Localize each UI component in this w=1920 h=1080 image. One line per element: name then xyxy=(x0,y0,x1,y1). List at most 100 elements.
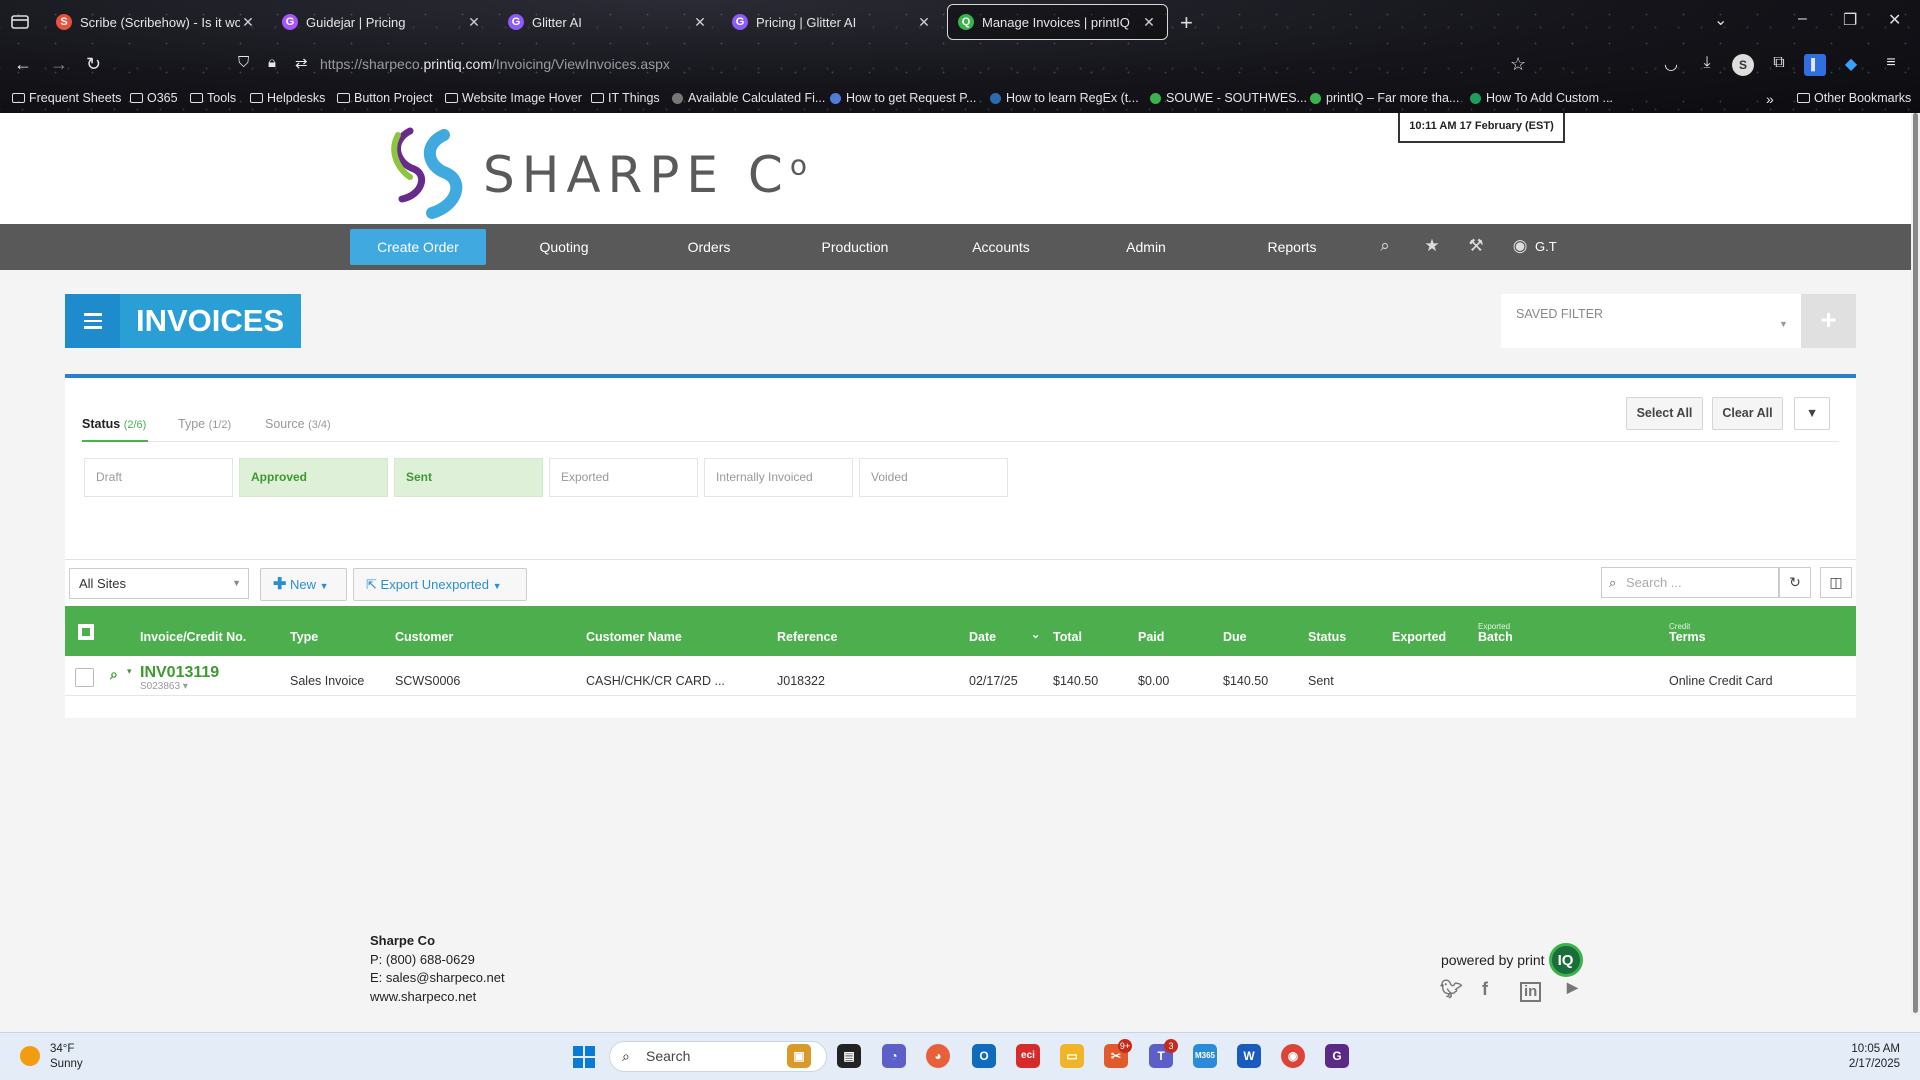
reload-icon[interactable]: ↻ xyxy=(86,54,101,75)
filter-tab-source[interactable]: Source (3/4) xyxy=(265,417,331,431)
facebook-icon[interactable]: f xyxy=(1482,979,1488,1000)
bookmark-link[interactable]: printIQ – Far more tha... xyxy=(1310,91,1459,105)
status-chip-exported[interactable]: Exported xyxy=(549,458,698,497)
refresh-icon[interactable]: ↻ xyxy=(1779,567,1811,598)
glitter-app-icon[interactable]: G xyxy=(1325,1044,1349,1068)
nav-quoting[interactable]: Quoting xyxy=(499,224,629,270)
col-batch[interactable]: Exported Batch xyxy=(1478,622,1513,644)
weather-widget[interactable]: 34°F Sunny xyxy=(50,1042,83,1072)
col-customer-name[interactable]: Customer Name xyxy=(586,630,682,644)
linkedin-icon[interactable]: in xyxy=(1520,982,1542,1002)
invoice-number-link[interactable]: INV013119 xyxy=(140,664,219,682)
extension-diamond-icon[interactable]: ◆ xyxy=(1840,54,1862,76)
filter-funnel-icon[interactable]: ▼ xyxy=(1794,397,1830,430)
tab-overflow-chevron-icon[interactable]: ⌄ xyxy=(1714,10,1727,30)
row-checkbox[interactable] xyxy=(75,668,94,687)
sharpe-logo-icon[interactable] xyxy=(388,123,478,219)
col-customer[interactable]: Customer xyxy=(395,630,453,644)
browser-tab-scribe[interactable]: S Scribe (Scribehow) - Is it worth ✕ xyxy=(46,4,266,40)
file-explorer-icon[interactable]: ▭ xyxy=(1060,1044,1084,1068)
extensions-puzzle-icon[interactable]: ⧉ xyxy=(1768,54,1790,76)
eci-app-icon[interactable]: eci xyxy=(1016,1044,1040,1068)
browser-tab-glitter-pricing[interactable]: G Pricing | Glitter AI ✕ xyxy=(722,4,942,40)
bookmark-link[interactable]: How to get Request P... xyxy=(830,91,976,105)
other-bookmarks[interactable]: Other Bookmarks xyxy=(1797,91,1911,105)
col-invoice-no[interactable]: Invoice/Credit No. xyxy=(140,630,246,644)
status-chip-approved[interactable]: Approved xyxy=(239,458,388,497)
user-avatar-icon[interactable]: ◉ xyxy=(1509,236,1531,258)
bookmark-folder[interactable]: Tools xyxy=(190,91,236,105)
restore-icon[interactable]: ❐ xyxy=(1843,10,1857,30)
user-initials[interactable]: G.T xyxy=(1535,224,1557,270)
nav-accounts[interactable]: Accounts xyxy=(936,224,1066,270)
col-type[interactable]: Type xyxy=(290,630,318,644)
select-all-rows-checkbox[interactable] xyxy=(78,624,94,640)
bookmarks-overflow-icon[interactable]: » xyxy=(1766,91,1774,107)
nav-admin[interactable]: Admin xyxy=(1081,224,1211,270)
add-filter-button[interactable]: + xyxy=(1801,294,1856,348)
clear-all-button[interactable]: Clear All xyxy=(1712,397,1783,430)
nav-production[interactable]: Production xyxy=(790,224,920,270)
new-tab-icon[interactable]: + xyxy=(1180,10,1193,36)
bookmark-link[interactable]: SOUWE - SOUTHWES... xyxy=(1150,91,1307,105)
sun-weather-icon[interactable] xyxy=(20,1046,40,1066)
teams-chat-icon[interactable]: ◔ xyxy=(882,1044,906,1068)
close-tab-icon[interactable]: ✕ xyxy=(1141,14,1157,31)
bookmark-folder[interactable]: Website Image Hover xyxy=(445,91,582,105)
download-icon[interactable]: ⤓ xyxy=(1696,54,1718,76)
firefox-icon[interactable]: ◕ xyxy=(926,1044,950,1068)
browser-tab-printiq[interactable]: Q Manage Invoices | printIQ ✕ xyxy=(947,4,1168,40)
lock-icon[interactable]: 🔒︎ xyxy=(268,54,276,71)
minimize-icon[interactable]: – xyxy=(1798,10,1807,28)
menu-hamburger-icon[interactable]: ≡ xyxy=(1880,54,1902,76)
browser-tab-guidejar[interactable]: G Guidejar | Pricing ✕ xyxy=(272,4,492,40)
url-field[interactable]: https://sharpeco.printiq.com/Invoicing/V… xyxy=(320,56,670,72)
bookmark-folder[interactable]: Button Project xyxy=(337,91,433,105)
outlook-icon[interactable]: O xyxy=(972,1044,996,1068)
columns-icon[interactable]: ◫ xyxy=(1820,567,1852,598)
row-zoom-search-icon[interactable]: ⌕ xyxy=(110,666,118,683)
nav-reports[interactable]: Reports xyxy=(1227,224,1357,270)
grid-search-input[interactable]: ⌕ Search ... xyxy=(1601,567,1779,598)
col-reference[interactable]: Reference xyxy=(777,630,837,644)
extension-blue-icon[interactable]: ▌ xyxy=(1804,54,1826,76)
bookmark-folder[interactable]: O365 xyxy=(130,91,178,105)
close-tab-icon[interactable]: ✕ xyxy=(466,14,482,31)
status-chip-internally-invoiced[interactable]: Internally Invoiced xyxy=(704,458,853,497)
table-row[interactable]: ⌕ ▾ INV013119 S023863 ▾ Sales Invoice SC… xyxy=(65,656,1856,696)
col-due[interactable]: Due xyxy=(1223,630,1247,644)
bookmark-star-icon[interactable]: ☆ xyxy=(1510,54,1526,75)
col-status[interactable]: Status xyxy=(1308,630,1346,644)
bookmark-folder[interactable]: Helpdesks xyxy=(250,91,325,105)
browser-tab-glitter[interactable]: G Glitter AI ✕ xyxy=(498,4,718,40)
windows-start-icon[interactable] xyxy=(573,1046,595,1068)
invoice-sub-reference[interactable]: S023863 ▾ xyxy=(140,681,188,692)
m365-icon[interactable]: M365 xyxy=(1193,1044,1217,1068)
create-order-button[interactable]: Create Order xyxy=(350,229,486,265)
star-icon[interactable]: ★ xyxy=(1421,236,1443,258)
filter-tab-status[interactable]: Status (2/6) xyxy=(82,417,146,431)
col-date[interactable]: Date xyxy=(969,630,996,644)
task-view-icon[interactable]: ▤ xyxy=(837,1044,861,1068)
col-total[interactable]: Total xyxy=(1053,630,1082,644)
bookmark-link[interactable]: How To Add Custom ... xyxy=(1470,91,1613,105)
page-scrollbar[interactable] xyxy=(1911,113,1920,1016)
tab-list-icon[interactable] xyxy=(10,12,30,32)
menu-hamburger-icon[interactable] xyxy=(65,294,120,348)
extension-s-icon[interactable]: S xyxy=(1732,54,1754,76)
footer-email[interactable]: E: sales@sharpeco.net xyxy=(370,969,505,988)
status-chip-draft[interactable]: Draft xyxy=(84,458,233,497)
youtube-icon[interactable]: ▶ xyxy=(1567,979,1578,996)
chevron-down-icon[interactable]: ▾ xyxy=(127,666,132,677)
close-tab-icon[interactable]: ✕ xyxy=(240,14,256,31)
twitter-icon[interactable]: 🐦︎ xyxy=(1440,979,1463,1000)
pocket-icon[interactable]: ◡ xyxy=(1660,54,1682,76)
sort-desc-icon[interactable]: ⌄ xyxy=(1031,628,1040,641)
forward-icon[interactable]: → xyxy=(50,54,68,75)
nav-orders[interactable]: Orders xyxy=(644,224,774,270)
status-chip-voided[interactable]: Voided xyxy=(859,458,1008,497)
col-paid[interactable]: Paid xyxy=(1138,630,1164,644)
bookmark-link[interactable]: Available Calculated Fi... xyxy=(672,91,825,105)
powered-by-printiq[interactable]: powered by print IQ xyxy=(1441,943,1583,977)
col-exported[interactable]: Exported xyxy=(1392,630,1446,644)
